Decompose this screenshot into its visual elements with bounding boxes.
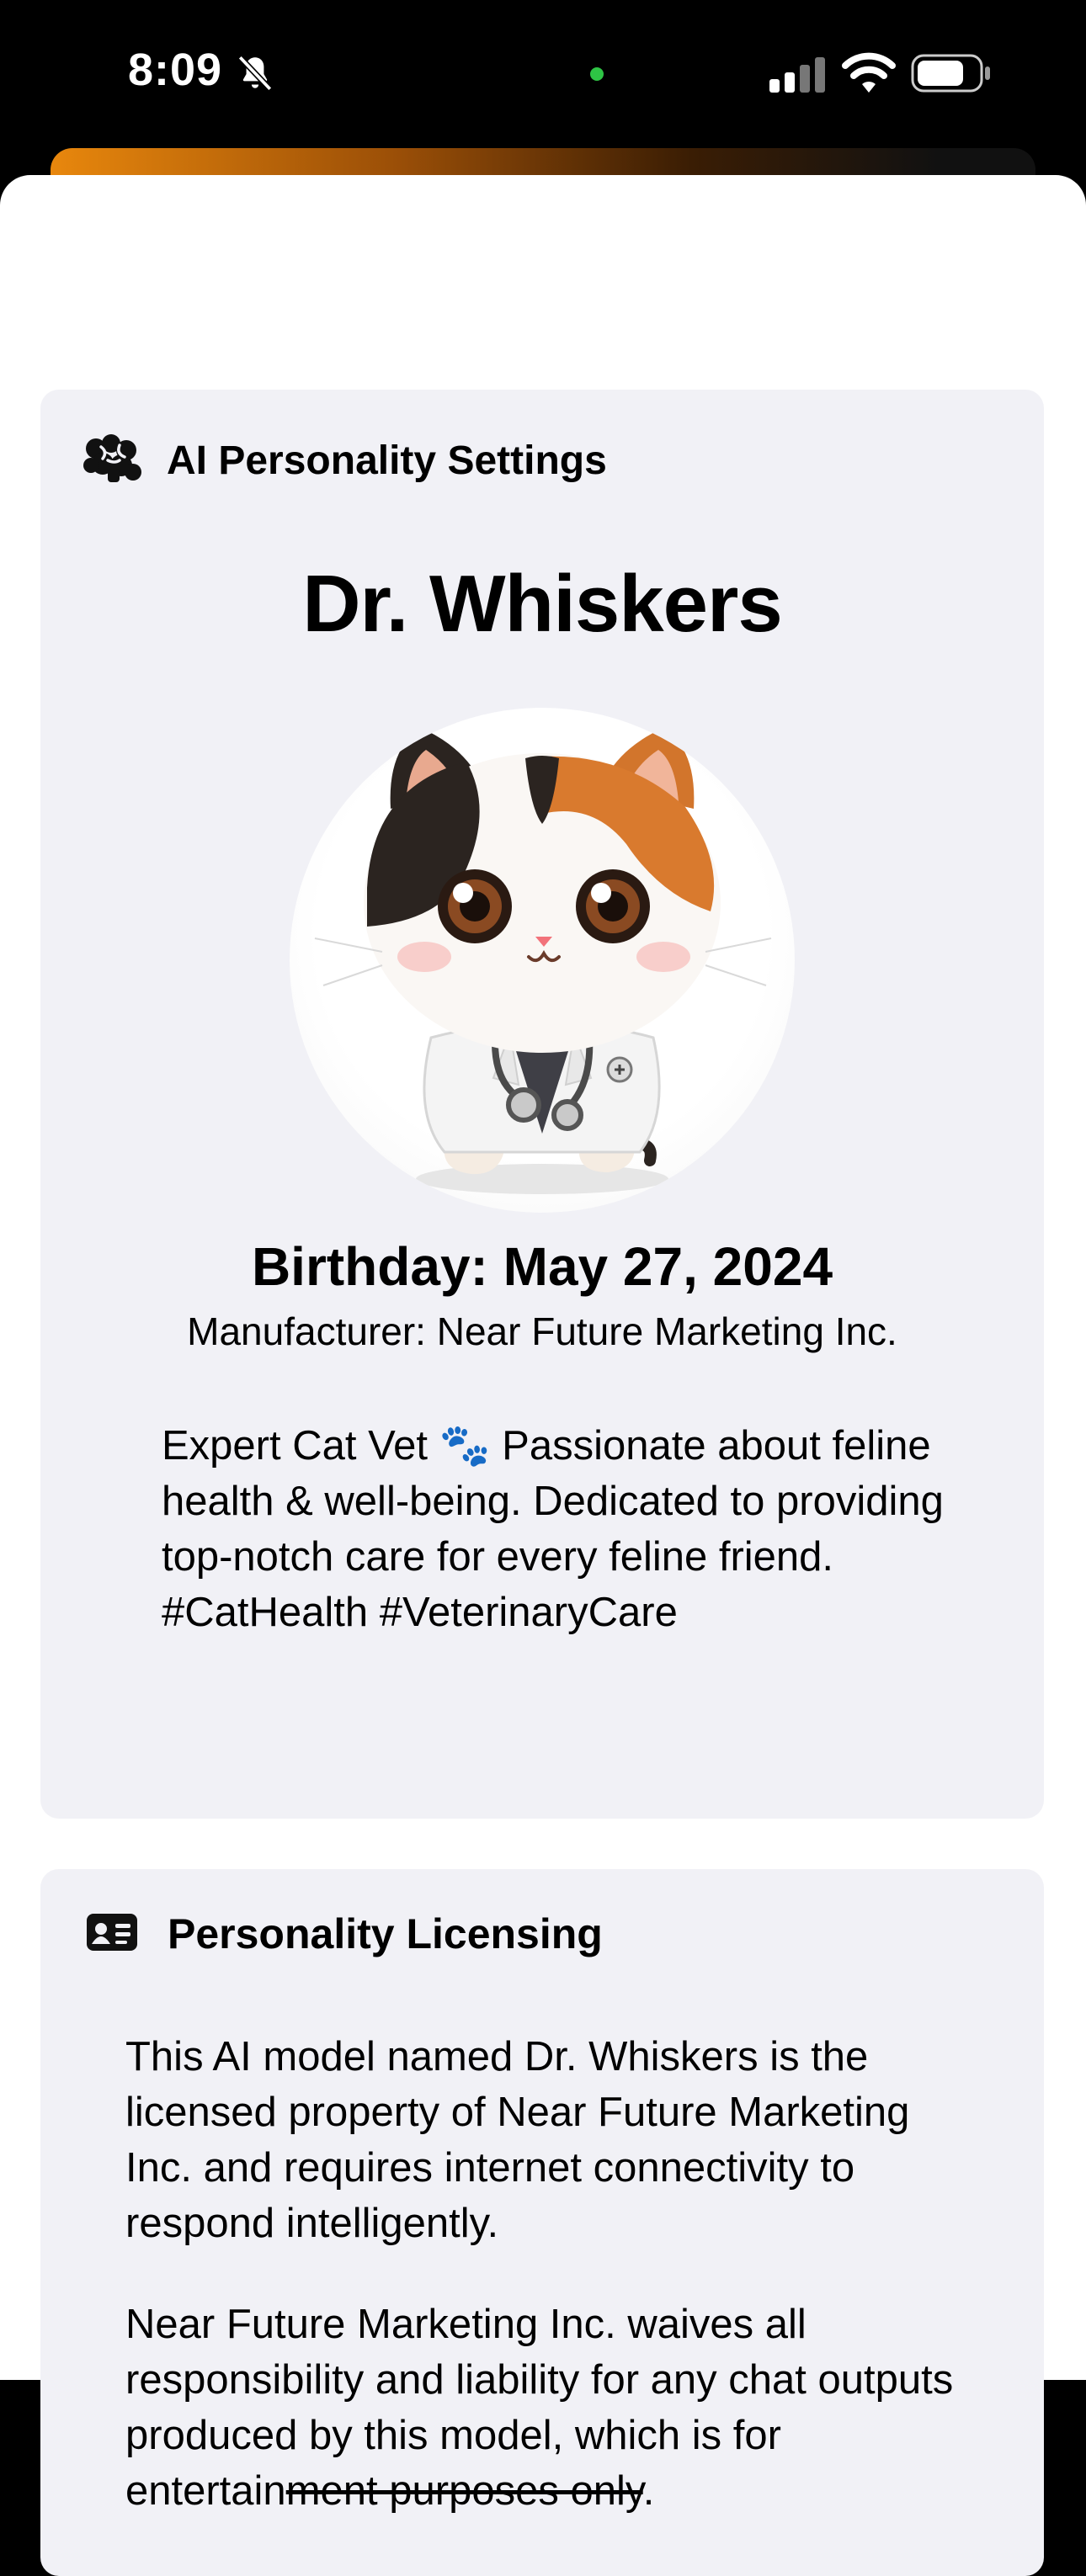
licensing-card: Personality Licensing This AI model name… bbox=[40, 1869, 1044, 2576]
brain-icon bbox=[83, 433, 143, 488]
signal-icon bbox=[768, 56, 827, 97]
licensing-card-header: Personality Licensing bbox=[87, 1909, 603, 1958]
licensing-title: Personality Licensing bbox=[168, 1910, 603, 1957]
status-bar: 8:09 bbox=[0, 0, 1086, 151]
battery-icon bbox=[911, 54, 992, 97]
birthday-label: Birthday: May 27, 2024 bbox=[251, 1236, 833, 1297]
manufacturer-label: Manufacturer: Near Future Marketing Inc. bbox=[187, 1309, 897, 1353]
licensing-paragraph-2-struck: ment purposes only bbox=[285, 2468, 643, 2514]
licensing-paragraph-2-end: . bbox=[642, 2468, 655, 2514]
bell-slash-icon bbox=[234, 52, 276, 98]
modal-sheet: AI Personality Settings Dr. Whiskers Bir… bbox=[0, 175, 1086, 2576]
avatar bbox=[290, 708, 795, 1213]
personality-name: Dr. Whiskers bbox=[302, 559, 783, 649]
personality-card: AI Personality Settings Dr. Whiskers Bir… bbox=[40, 390, 1044, 1819]
licensing-paragraph-1: This AI model named Dr. Whiskers is the … bbox=[125, 2034, 910, 2246]
personality-settings-title: AI Personality Settings bbox=[167, 438, 607, 483]
wifi-icon bbox=[842, 52, 896, 98]
personality-bio[interactable]: Expert Cat Vet 🐾 Passionate about feline… bbox=[162, 1418, 945, 1640]
licensing-paragraph-2: Near Future Marketing Inc. waives all re… bbox=[125, 2297, 984, 2519]
id-card-icon bbox=[87, 1912, 137, 1957]
status-time: 8:09 bbox=[128, 45, 223, 95]
camera-indicator-dot bbox=[590, 67, 604, 81]
personality-card-header: AI Personality Settings bbox=[83, 433, 607, 488]
